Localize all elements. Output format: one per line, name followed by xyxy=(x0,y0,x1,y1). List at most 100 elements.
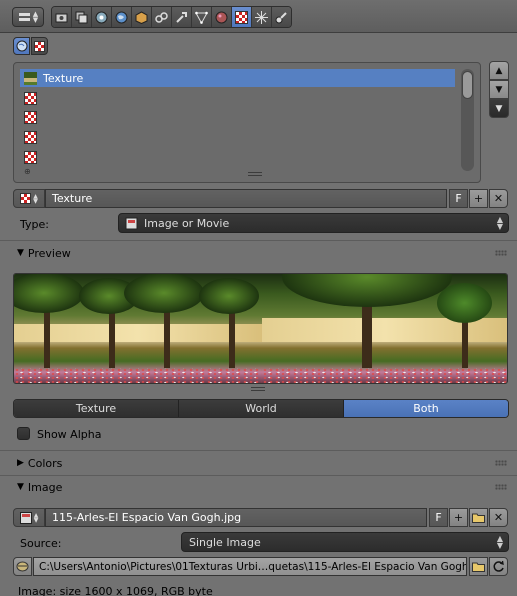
properties-editor-icon xyxy=(18,12,30,21)
expanded-triangle-icon: ▼ xyxy=(17,248,24,258)
close-icon: ✕ xyxy=(493,511,504,524)
texture-name-field[interactable]: Texture xyxy=(45,189,447,208)
collapsed-triangle-icon: ▶ xyxy=(17,458,24,468)
texture-slot-row[interactable] xyxy=(20,128,455,146)
world-texture-toggle[interactable] xyxy=(13,37,30,55)
tab-texture[interactable]: Texture xyxy=(14,400,179,417)
image-icon xyxy=(19,511,32,524)
object-context-button[interactable] xyxy=(132,7,152,27)
texture-slot-row[interactable] xyxy=(20,89,455,107)
unlink-texture-button[interactable]: ✕ xyxy=(489,189,508,208)
chevron-updown-icon: ▲ ▼ xyxy=(33,511,39,524)
texture-icon xyxy=(34,40,45,52)
preview-mode-tabs: Texture World Both xyxy=(13,399,509,418)
reload-image-button[interactable] xyxy=(489,557,508,576)
render-icon xyxy=(55,13,68,22)
texture-preview xyxy=(13,273,508,384)
scene-context-button[interactable] xyxy=(92,7,112,27)
mesh-data-icon xyxy=(195,11,208,24)
constraints-context-button[interactable] xyxy=(152,7,172,27)
move-slot-up-button[interactable]: ▲ xyxy=(489,61,509,80)
panel-separator xyxy=(0,450,517,451)
panel-drag-handle-icon[interactable] xyxy=(495,460,507,466)
close-icon: ✕ xyxy=(493,192,504,205)
plus-icon: + xyxy=(473,192,484,205)
image-source-dropdown[interactable]: Single Image ▲ ▼ xyxy=(181,532,509,552)
world-context-button[interactable] xyxy=(112,7,132,27)
preview-panel-header[interactable]: ▼ Preview xyxy=(0,242,517,264)
new-image-button[interactable]: + xyxy=(449,508,468,527)
tab-world[interactable]: World xyxy=(179,400,344,417)
texture-preview-tiled xyxy=(14,274,262,383)
texture-slot-row[interactable] xyxy=(20,108,455,126)
folder-icon xyxy=(472,513,485,523)
fake-user-label: F xyxy=(455,192,462,205)
image-icon xyxy=(125,217,138,229)
physics-context-button[interactable] xyxy=(272,7,291,27)
image-panel-title: Image xyxy=(27,480,63,494)
browse-image-button[interactable]: ▲ ▼ xyxy=(13,508,45,527)
texture-name-value: Texture xyxy=(52,192,93,205)
chevron-updown-icon: ▲ ▼ xyxy=(496,215,503,231)
folder-icon xyxy=(472,562,485,572)
image-filepath-field[interactable]: C:\Users\Antonio\Pictures\01Texturas Urb… xyxy=(33,557,467,576)
modifiers-icon xyxy=(176,11,187,23)
unlink-image-button[interactable]: ✕ xyxy=(489,508,508,527)
move-slot-down-button[interactable]: ▼ xyxy=(489,80,509,99)
new-texture-button[interactable]: + xyxy=(469,189,488,208)
render-layers-context-button[interactable] xyxy=(72,7,92,27)
chevron-updown-icon: ▲ ▼ xyxy=(33,192,38,205)
particles-context-button[interactable] xyxy=(252,7,272,27)
list-scrollbar[interactable] xyxy=(461,69,474,171)
texture-slot-label: Texture xyxy=(43,71,84,85)
other-texture-toggle[interactable] xyxy=(31,37,48,55)
texture-slot-row[interactable] xyxy=(20,148,455,166)
properties-header: ▲ ▼ xyxy=(0,0,517,33)
texture-icon xyxy=(235,10,248,24)
world-preview xyxy=(262,274,507,383)
panel-drag-handle-icon[interactable] xyxy=(495,484,507,490)
mesh-data-context-button[interactable] xyxy=(192,7,212,27)
editor-type-button[interactable]: ▲ ▼ xyxy=(12,7,44,27)
image-name-value: 115-Arles-El Espacio Van Gogh.jpg xyxy=(52,511,242,524)
texture-slot-row[interactable]: Texture xyxy=(20,69,455,87)
panel-drag-handle-icon[interactable] xyxy=(495,250,507,256)
expanded-triangle-icon: ▼ xyxy=(17,482,24,492)
image-name-field[interactable]: 115-Arles-El Espacio Van Gogh.jpg xyxy=(45,508,427,527)
colors-panel-header[interactable]: ▶ Colors xyxy=(0,452,517,474)
world-icon xyxy=(16,40,27,52)
scrollbar-thumb[interactable] xyxy=(462,71,473,99)
reload-icon xyxy=(493,560,504,572)
preview-resize-grip[interactable] xyxy=(251,387,265,391)
panel-separator xyxy=(0,240,517,241)
image-fake-user-button[interactable]: F xyxy=(429,508,448,527)
specials-menu-icon: ▼ xyxy=(495,103,503,114)
open-image-button[interactable] xyxy=(469,508,488,527)
plus-icon: + xyxy=(453,511,464,524)
image-source-value: Single Image xyxy=(189,535,261,549)
package-icon xyxy=(16,561,29,572)
show-alpha-checkbox[interactable] xyxy=(17,427,30,440)
render-context-button[interactable] xyxy=(52,7,72,27)
fake-user-button[interactable]: F xyxy=(449,189,468,208)
texture-context-button[interactable] xyxy=(232,7,252,27)
browse-texture-button[interactable]: ▲ ▼ xyxy=(13,189,45,208)
texture-slot-list: Texture ⊕ xyxy=(13,62,481,183)
tab-both[interactable]: Both xyxy=(344,400,508,417)
render-layers-icon xyxy=(75,11,88,23)
object-icon xyxy=(135,10,148,24)
show-alpha-label: Show Alpha xyxy=(37,428,102,441)
list-filter-toggle-icon[interactable]: ⊕ xyxy=(24,167,31,176)
browse-filepath-button[interactable] xyxy=(469,557,488,576)
texture-icon xyxy=(24,91,37,105)
image-info-text: Image: size 1600 x 1069, RGB byte xyxy=(18,585,213,596)
image-panel-header[interactable]: ▼ Image xyxy=(0,476,517,498)
material-context-button[interactable] xyxy=(212,7,232,27)
slot-specials-button[interactable]: ▼ xyxy=(489,99,509,118)
texture-type-dropdown[interactable]: Image or Movie ▲ ▼ xyxy=(118,213,509,233)
pack-image-button[interactable] xyxy=(13,557,32,576)
move-down-icon: ▼ xyxy=(495,84,503,95)
modifiers-context-button[interactable] xyxy=(172,7,192,27)
list-resize-grip[interactable] xyxy=(248,172,262,176)
physics-icon xyxy=(275,11,287,23)
